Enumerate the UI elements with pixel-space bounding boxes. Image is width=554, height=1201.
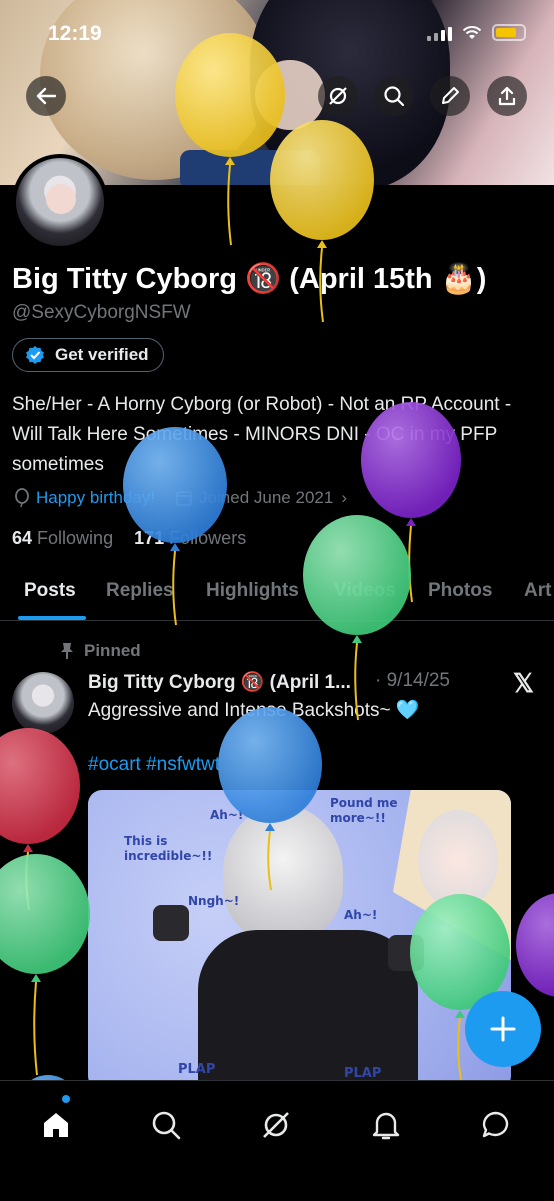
tab-art[interactable]: Art xyxy=(524,580,551,602)
post-image-text-plap-2: PLAP xyxy=(344,1066,382,1081)
following-count: 64 xyxy=(12,528,33,548)
tab-highlights[interactable]: Highlights xyxy=(206,580,299,602)
search-icon xyxy=(384,86,405,107)
pinned-label: Pinned xyxy=(84,641,141,660)
following-link[interactable]: 64 Following xyxy=(12,528,113,548)
chevron-right-icon[interactable]: › xyxy=(341,488,347,508)
back-arrow-icon xyxy=(36,87,57,105)
messages-icon xyxy=(482,1111,509,1138)
post-image-text-ah-2: Ah~! xyxy=(344,908,378,922)
banner-art-scarf xyxy=(180,150,320,185)
follow-stats: 64 Following 171 Followers xyxy=(12,528,246,549)
followers-label: Followers xyxy=(169,528,247,548)
calendar-icon xyxy=(176,491,192,506)
profile-meta: Happy birthday! Joined June 2021 › xyxy=(14,488,347,508)
compose-button[interactable] xyxy=(465,991,541,1067)
post-image[interactable]: Ah~! Pound me more~!! This is incredible… xyxy=(88,790,511,1090)
post-image-body xyxy=(198,930,418,1090)
post-date[interactable]: · 9/14/25 xyxy=(375,670,450,692)
avatar-face xyxy=(46,184,76,214)
nav-grok[interactable] xyxy=(256,1105,296,1145)
birthday-link[interactable]: Happy birthday! xyxy=(36,488,155,508)
verified-badge-icon xyxy=(26,346,44,364)
post-image-text-ah-1: Ah~! xyxy=(210,808,244,822)
back-button[interactable] xyxy=(26,76,66,116)
post-image-hand-left xyxy=(153,905,189,941)
nav-messages[interactable] xyxy=(476,1105,516,1145)
compose-icon xyxy=(490,1016,516,1042)
wifi-icon xyxy=(462,25,482,39)
edit-pencil-icon xyxy=(442,87,459,104)
signal-icon xyxy=(427,25,452,41)
profile-name: Big Titty Cyborg 🔞 (April 15th 🎂) xyxy=(12,263,487,295)
status-time: 12:19 xyxy=(48,22,102,45)
post-author-name[interactable]: Big Titty Cyborg 🔞 (April 1... xyxy=(88,670,351,694)
post-author-avatar[interactable] xyxy=(12,672,74,734)
share-icon xyxy=(498,86,516,106)
grok-icon xyxy=(263,1112,289,1138)
nav-home[interactable] xyxy=(36,1105,76,1145)
explore-icon xyxy=(152,1111,181,1140)
profile-avatar[interactable] xyxy=(12,154,108,250)
battery-icon xyxy=(492,24,526,41)
notifications-icon xyxy=(372,1112,400,1140)
get-verified-button[interactable]: Get verified xyxy=(12,338,164,372)
pinned-indicator: Pinned xyxy=(60,641,141,661)
balloon-icon xyxy=(516,893,554,997)
share-button[interactable] xyxy=(487,76,527,116)
tab-posts[interactable]: Posts xyxy=(24,580,76,602)
status-indicators xyxy=(427,24,526,41)
search-button[interactable] xyxy=(374,76,414,116)
post-image-text-nngh: Nngh~! xyxy=(188,894,240,908)
post-text: Aggressive and Intense Backshots~ 🩵 xyxy=(88,700,420,721)
balloon-icon xyxy=(0,854,90,1076)
nav-explore[interactable] xyxy=(146,1105,186,1145)
joined-date: Joined June 2021 xyxy=(199,488,334,507)
pin-icon xyxy=(61,643,73,659)
post-image-head xyxy=(223,805,343,940)
following-label: Following xyxy=(37,528,114,548)
tab-videos[interactable]: Videos xyxy=(334,580,396,602)
profile-handle: @SexyCyborgNSFW xyxy=(12,302,191,323)
balloon-icon xyxy=(15,488,29,508)
post-image-face xyxy=(418,810,498,910)
profile-tabs: Posts Replies Highlights Videos Photos A… xyxy=(0,570,554,621)
get-verified-label: Get verified xyxy=(55,345,149,364)
balloon-icon xyxy=(0,728,80,911)
post-image-text-incredible: This is incredible~!! xyxy=(124,834,213,863)
status-bar: 12:19 xyxy=(0,0,554,60)
followers-link[interactable]: 171 Followers xyxy=(134,528,246,548)
post-image-text-plap-1: PLAP xyxy=(178,1062,216,1077)
post-image-hand-right xyxy=(388,935,424,971)
home-notification-dot xyxy=(62,1095,70,1103)
banner-art-face xyxy=(255,60,325,130)
profile-bio: She/Her - A Horny Cyborg (or Robot) - No… xyxy=(12,394,512,475)
grok-button[interactable] xyxy=(318,76,358,116)
home-icon xyxy=(44,1113,68,1137)
bottom-nav xyxy=(0,1080,554,1201)
edit-button[interactable] xyxy=(430,76,470,116)
followers-count: 171 xyxy=(134,528,165,548)
tab-photos[interactable]: Photos xyxy=(428,580,492,602)
active-tab-indicator xyxy=(18,616,86,620)
post-image-text-pound: Pound me more~!! xyxy=(330,796,398,825)
grok-icon xyxy=(329,87,347,105)
post-hashtags[interactable]: #ocart #nsfwtwt xyxy=(88,754,220,776)
x-logo-icon: 𝕏 xyxy=(513,668,534,698)
tab-replies[interactable]: Replies xyxy=(106,580,174,602)
nav-notifications[interactable] xyxy=(366,1105,406,1145)
